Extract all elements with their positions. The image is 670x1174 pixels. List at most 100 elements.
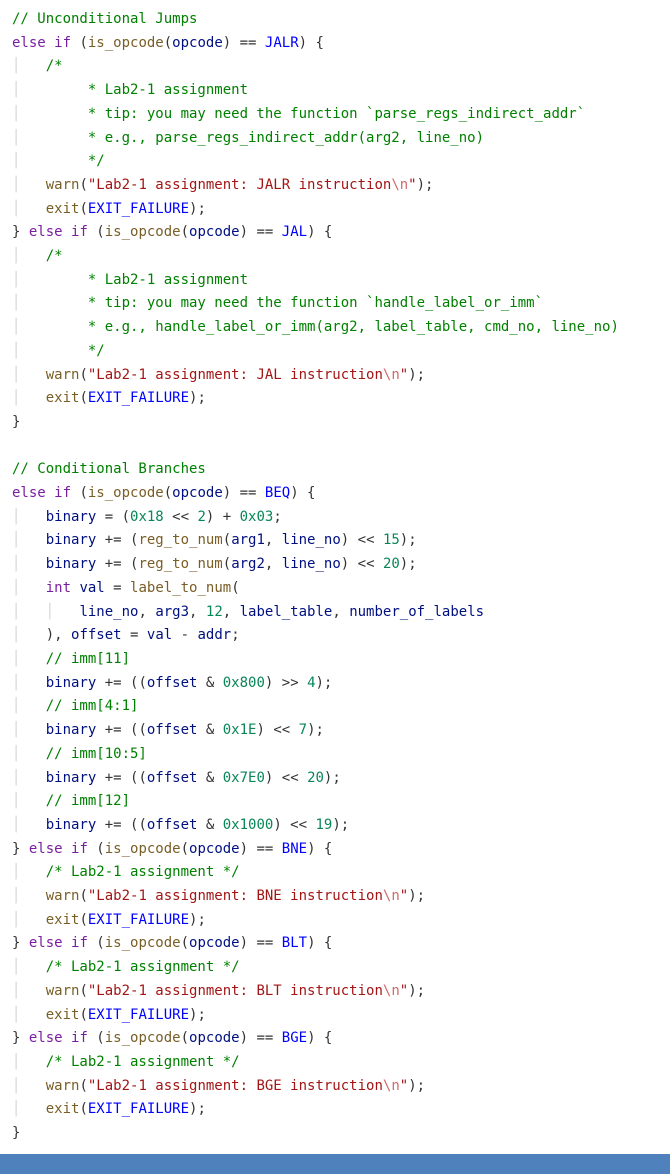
kw-else: else [29,224,63,240]
num: 19 [315,817,332,833]
num: 0x7E0 [223,770,265,786]
id-binary: binary [46,770,97,786]
fn-is-opcode: is_opcode [105,224,181,240]
comment: // imm[12] [46,793,130,809]
fn-exit: exit [46,1007,80,1023]
const-bne: BNE [282,841,307,857]
id-opcode: opcode [172,35,223,51]
const-exit-failure: EXIT_FAILURE [88,1007,189,1023]
id-opcode: opcode [189,841,240,857]
string: "Lab2-1 assignment: JALR instruction [88,177,391,193]
comment: * e.g., parse_regs_indirect_addr(arg2, l… [46,130,484,146]
string: "Lab2-1 assignment: BNE instruction [88,888,383,904]
id-binary: binary [46,817,97,833]
comment: */ [46,153,105,169]
id-binary: binary [46,675,97,691]
comment: /* Lab2-1 assignment */ [46,959,240,975]
num: 0x03 [240,509,274,525]
num: 20 [307,770,324,786]
comment: // Unconditional Jumps [12,11,197,27]
escape: \n [383,888,400,904]
fn-reg: reg_to_num [138,556,222,572]
num: 0x1000 [223,817,274,833]
string: " [400,888,408,904]
fn-reg: reg_to_num [138,532,222,548]
const-blt: BLT [282,935,307,951]
const-exit-failure: EXIT_FAILURE [88,1101,189,1117]
num: 0x18 [130,509,164,525]
id-line-no: line_no [79,604,138,620]
id-binary: binary [46,532,97,548]
comment: * tip: you may need the function `parse_… [46,106,585,122]
footer-bar [0,1154,670,1174]
id-offset: offset [147,770,198,786]
const-exit-failure: EXIT_FAILURE [88,390,189,406]
kw-int: int [46,580,71,596]
kw-if: if [71,841,88,857]
comment: * Lab2-1 assignment [46,82,248,98]
kw-if: if [54,35,71,51]
string: " [400,1078,408,1094]
kw-if: if [71,1030,88,1046]
comment: // imm[11] [46,651,130,667]
id-offset: offset [147,675,198,691]
comment: // imm[4:1] [46,698,139,714]
comment: * Lab2-1 assignment [46,272,248,288]
comment: // imm[10:5] [46,746,147,762]
string: " [400,367,408,383]
kw-else: else [29,841,63,857]
id-line-no: line_no [282,532,341,548]
kw-else: else [29,935,63,951]
const-jalr: JALR [265,35,299,51]
comment: /* Lab2-1 assignment */ [46,1054,240,1070]
const-jal: JAL [282,224,307,240]
code-block: // Unconditional Jumps else if (is_opcod… [0,0,670,1154]
id-opcode: opcode [189,1030,240,1046]
id-opcode: opcode [189,935,240,951]
kw-else: else [29,1030,63,1046]
kw-else: else [12,485,46,501]
fn-is-opcode: is_opcode [105,1030,181,1046]
id-opcode: opcode [172,485,223,501]
fn-warn: warn [46,1078,80,1094]
fn-is-opcode: is_opcode [88,485,164,501]
fn-label-to-num: label_to_num [130,580,231,596]
num: 4 [307,675,315,691]
kw-if: if [71,224,88,240]
string: "Lab2-1 assignment: BGE instruction [88,1078,383,1094]
comment: */ [46,343,105,359]
escape: \n [391,177,408,193]
fn-is-opcode: is_opcode [105,935,181,951]
id-binary: binary [46,509,97,525]
id-opcode: opcode [189,224,240,240]
comment: /* Lab2-1 assignment */ [46,864,240,880]
escape: \n [383,1078,400,1094]
comment: // Conditional Branches [12,461,206,477]
comment: /* [46,58,63,74]
comment: /* [46,248,63,264]
kw-if: if [54,485,71,501]
num: 20 [383,556,400,572]
fn-warn: warn [46,888,80,904]
id-addr: addr [197,627,231,643]
string: " [408,177,416,193]
id-binary: binary [46,722,97,738]
fn-exit: exit [46,912,80,928]
kw-if: if [71,935,88,951]
id-binary: binary [46,556,97,572]
string: " [400,983,408,999]
fn-is-opcode: is_opcode [105,841,181,857]
id-offset: offset [71,627,122,643]
num: 2 [197,509,205,525]
fn-exit: exit [46,390,80,406]
num: 7 [299,722,307,738]
fn-exit: exit [46,201,80,217]
num: 0x1E [223,722,257,738]
num: 12 [206,604,223,620]
comment: * tip: you may need the function `handle… [46,295,543,311]
kw-else: else [12,35,46,51]
string: "Lab2-1 assignment: JAL instruction [88,367,383,383]
id-line-no: line_no [282,556,341,572]
fn-exit: exit [46,1101,80,1117]
string: "Lab2-1 assignment: BLT instruction [88,983,383,999]
